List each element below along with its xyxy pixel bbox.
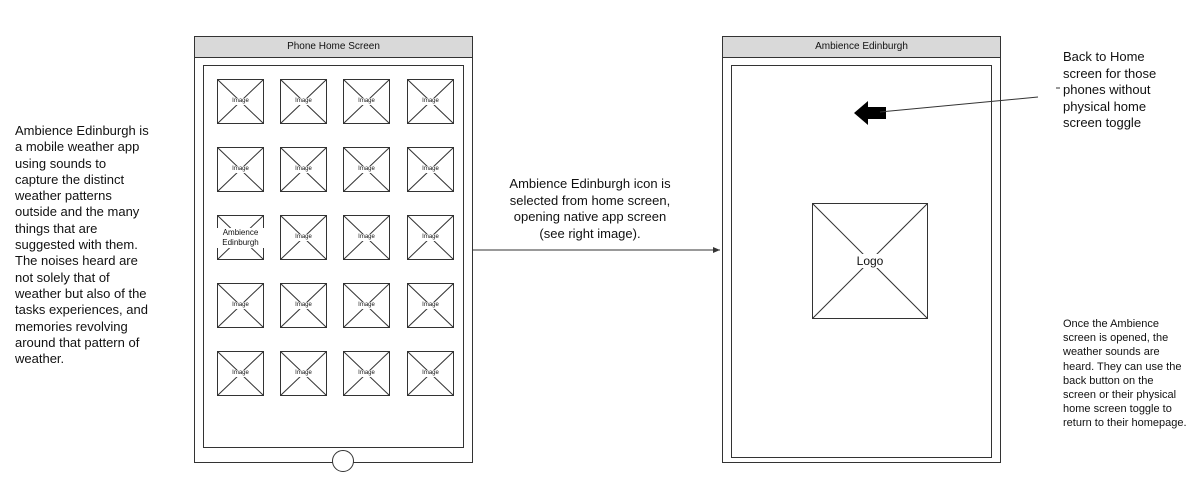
connector-layer <box>473 87 1060 253</box>
callout-line <box>879 96 1039 113</box>
